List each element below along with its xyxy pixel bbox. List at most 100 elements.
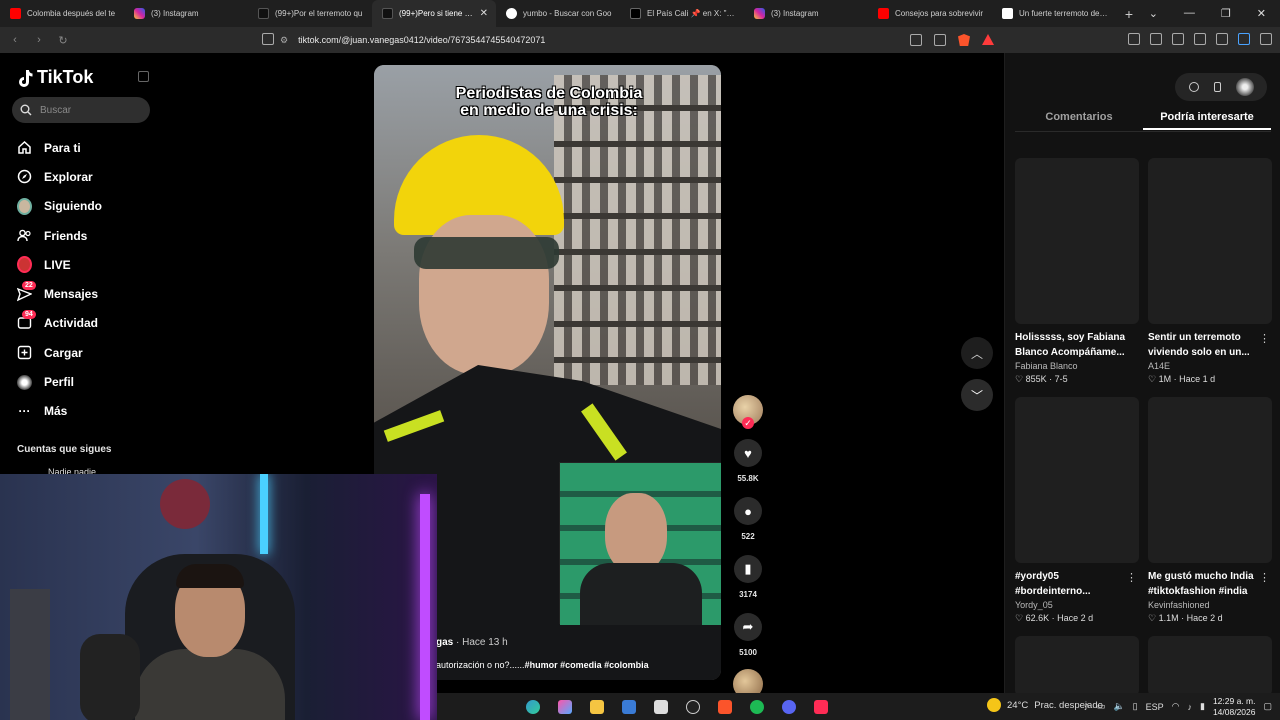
browser-tab[interactable]: (99+)Por el terremoto qu [248, 0, 372, 27]
translate-icon[interactable] [910, 34, 922, 46]
sidebar-item-live[interactable]: LIVE [17, 250, 102, 279]
search-box[interactable] [12, 97, 150, 123]
reload-icon[interactable]: ↻ [56, 34, 70, 47]
url-text[interactable]: tiktok.com/@juan.vanegas0412/video/76735… [298, 35, 545, 45]
brave-shields-icon[interactable] [958, 34, 970, 46]
device-icon[interactable] [1213, 82, 1221, 92]
speaker-icon[interactable]: ♪ [1187, 702, 1192, 712]
sidebar-item-siguiendo[interactable]: Siguiendo [17, 192, 102, 221]
card-author[interactable]: Fabiana Blanco [1015, 361, 1139, 371]
card-author[interactable]: Yordy_05 [1015, 600, 1139, 610]
brave-icon[interactable] [714, 697, 736, 717]
media-icon[interactable] [1150, 33, 1162, 45]
coin-icon[interactable] [1188, 82, 1199, 92]
store-icon[interactable] [650, 697, 672, 717]
battery-level-icon[interactable]: ▮ [1200, 701, 1205, 712]
spotify-icon[interactable] [746, 697, 768, 717]
edge-icon[interactable] [522, 697, 544, 717]
battery-icon[interactable]: ▯ [1133, 701, 1138, 712]
sidebar-item-para-ti[interactable]: Para ti [17, 133, 102, 162]
previous-video-button[interactable]: ︿ [961, 337, 993, 369]
sidebar-icon[interactable] [1172, 33, 1184, 45]
mail-icon[interactable] [618, 697, 640, 717]
wifi-icon[interactable]: ◠ [1172, 701, 1180, 712]
back-icon[interactable]: ‹ [8, 34, 22, 46]
more-options-icon[interactable]: ⋮ [1259, 332, 1270, 345]
browser-tab[interactable]: yumbo - Buscar con Goo [496, 0, 620, 27]
recommended-video-card[interactable]: Sentir un terremoto viviendo solo en un.… [1148, 158, 1272, 385]
browser-tab[interactable]: (3) Instagram [744, 0, 868, 27]
sidebar-item-explorar[interactable]: Explorar [17, 162, 102, 191]
language-indicator[interactable]: ESP [1146, 702, 1164, 712]
recommended-video-card[interactable]: #yordy05 #bordeinterno... ⋮ Yordy_05 ♡ 6… [1015, 397, 1139, 624]
card-author[interactable]: A14E [1148, 361, 1272, 371]
download-icon[interactable] [1216, 33, 1228, 45]
tab-search-icon[interactable]: ⌄ [1149, 7, 1158, 20]
video-thumbnail[interactable] [1148, 636, 1272, 696]
card-author[interactable]: Kevinfashioned [1148, 600, 1272, 610]
tab-podria-interesarte[interactable]: Podría interesarte [1143, 108, 1271, 130]
minimize-icon[interactable]: — [1184, 7, 1195, 20]
restore-icon[interactable]: ❐ [1221, 7, 1231, 20]
like-button[interactable]: ♥ 55.8K [733, 439, 763, 483]
recommended-video-card[interactable] [1148, 636, 1272, 696]
volume-icon[interactable]: 🔈 [1113, 701, 1124, 712]
creator-avatar[interactable]: ✓ [733, 395, 763, 429]
follow-plus-icon[interactable]: ✓ [742, 417, 754, 429]
video-thumbnail[interactable] [1148, 397, 1272, 563]
copilot-icon[interactable] [554, 697, 576, 717]
close-window-icon[interactable]: ✕ [1257, 7, 1266, 20]
chevron-up-icon[interactable]: ^ [1085, 702, 1089, 712]
clock[interactable]: 12:29 a. m. 14/08/2026 [1213, 696, 1256, 718]
recommended-video-card[interactable] [1015, 636, 1139, 696]
recommended-video-card[interactable]: Me gustó mucho India #tiktokfashion #ind… [1148, 397, 1272, 624]
recommended-video-card[interactable]: Holisssss, soy Fabiana Blanco Acompáñame… [1015, 158, 1139, 385]
collapse-sidebar-icon[interactable] [138, 71, 149, 82]
browser-tab-active[interactable]: (99+)Pero si tiene aut ✕ [372, 0, 496, 27]
wallet-icon[interactable] [1194, 33, 1206, 45]
comment-button[interactable]: ● 522 [733, 497, 763, 541]
sidebar-item-mas[interactable]: ··· Más [17, 397, 102, 426]
video-thumbnail[interactable] [1015, 397, 1139, 563]
search-input[interactable] [40, 104, 140, 116]
menu-icon[interactable] [1260, 33, 1272, 45]
more-options-icon[interactable]: ⋮ [1259, 571, 1270, 584]
new-tab-button[interactable]: + [1116, 6, 1142, 22]
browser-tab[interactable]: Colombia después del te [0, 0, 124, 27]
sidebar-item-cargar[interactable]: Cargar [17, 338, 102, 367]
video-thumbnail[interactable] [1015, 636, 1139, 696]
profile-icon[interactable] [1238, 33, 1250, 45]
bookmark-icon[interactable] [262, 33, 274, 45]
sidebar-item-mensajes[interactable]: 22 Mensajes [17, 279, 102, 308]
tiktok-app-icon[interactable] [810, 697, 832, 717]
site-info-icon[interactable]: ⚙ [280, 35, 288, 46]
next-video-button[interactable]: ﹀ [961, 379, 993, 411]
browser-tab[interactable]: (3) Instagram [124, 0, 248, 27]
video-thumbnail[interactable] [1148, 158, 1272, 324]
brave-rewards-icon[interactable] [982, 34, 994, 45]
save-button[interactable]: ▮ 3174 [733, 555, 763, 599]
sidebar-item-friends[interactable]: Friends [17, 221, 102, 250]
forward-icon[interactable]: › [32, 34, 46, 46]
more-options-icon[interactable]: ⋮ [1126, 571, 1137, 584]
share-button[interactable]: ➦ 5100 [733, 613, 763, 657]
tab-comentarios[interactable]: Comentarios [1015, 108, 1143, 130]
obs-icon[interactable] [682, 697, 704, 717]
tiktok-logo[interactable]: TikTok [17, 67, 93, 88]
discord-icon[interactable] [778, 697, 800, 717]
network-icon[interactable]: ▭ [1097, 701, 1106, 712]
close-tab-icon[interactable]: ✕ [480, 8, 488, 19]
sidebar-item-perfil[interactable]: Perfil [17, 367, 102, 396]
browser-tab[interactable]: El País Cali 📌 en X: "📌 [620, 0, 744, 27]
video-thumbnail[interactable] [1015, 158, 1139, 324]
sidebar-item-actividad[interactable]: 94 Actividad [17, 309, 102, 338]
notifications-icon[interactable]: ▢ [1263, 701, 1272, 712]
url-field[interactable]: ⚙ tiktok.com/@juan.vanegas0412/video/767… [280, 30, 1000, 50]
open-in-app-icon[interactable] [934, 34, 946, 46]
extensions-icon[interactable] [1128, 33, 1140, 45]
video-author-line[interactable]: gas · Hace 13 h [436, 637, 508, 648]
browser-tab[interactable]: Consejos para sobrevivir [868, 0, 992, 27]
user-avatar[interactable] [1235, 78, 1254, 96]
browser-tab[interactable]: Un fuerte terremoto de m [992, 0, 1116, 27]
video-hashtags[interactable]: #humor #comedia #colombia [525, 660, 649, 670]
